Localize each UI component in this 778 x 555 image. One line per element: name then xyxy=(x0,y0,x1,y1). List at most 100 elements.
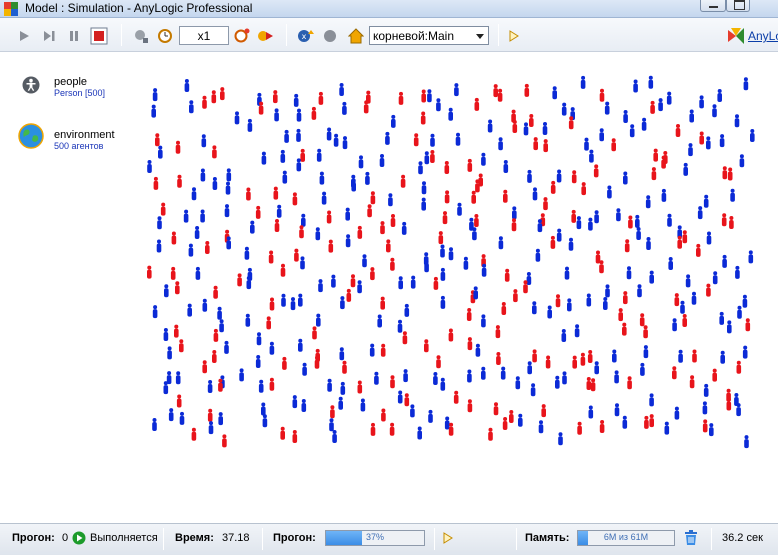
agent-navigate-icon xyxy=(324,30,336,42)
person-agent xyxy=(302,362,307,376)
person-agent xyxy=(152,305,158,319)
person-agent xyxy=(250,220,255,234)
simulation-canvas[interactable] xyxy=(140,53,778,523)
speed-up-button[interactable] xyxy=(232,26,252,46)
person-agent xyxy=(682,314,687,327)
person-agent xyxy=(386,239,391,253)
run-options-button[interactable] xyxy=(506,26,522,46)
run-options-button[interactable] xyxy=(442,531,454,548)
agent-entry-environment[interactable]: environment 500 агентов xyxy=(18,123,138,153)
person-agent xyxy=(692,349,697,363)
person-agent xyxy=(427,89,432,103)
person-agent xyxy=(292,430,298,443)
person-agent xyxy=(158,145,163,159)
globe-icon xyxy=(18,123,44,149)
elapsed-time: 36.2 сек xyxy=(722,532,763,544)
minimize-button[interactable] xyxy=(700,0,726,12)
navigate-up-button[interactable]: x xyxy=(296,26,316,46)
person-agent xyxy=(400,174,406,188)
person-agent xyxy=(247,118,253,132)
person-agent xyxy=(674,406,680,420)
person-agent xyxy=(495,325,501,339)
person-agent xyxy=(225,181,231,195)
person-agent xyxy=(202,95,207,109)
person-agent xyxy=(550,180,556,194)
person-agent xyxy=(691,291,697,305)
person-agent xyxy=(604,101,610,115)
person-agent xyxy=(218,378,223,392)
person-agent xyxy=(535,248,541,262)
person-agent xyxy=(614,370,619,384)
slow-down-button[interactable] xyxy=(131,26,151,46)
person-agent xyxy=(379,154,385,167)
person-agent xyxy=(552,86,557,100)
home-view-button[interactable] xyxy=(346,26,366,46)
garbage-collect-button[interactable] xyxy=(684,530,698,549)
person-agent xyxy=(734,114,740,128)
stop-button[interactable] xyxy=(89,26,109,46)
person-agent xyxy=(523,280,528,294)
person-agent xyxy=(603,297,608,310)
view-selector[interactable]: корневой:Main xyxy=(369,26,489,45)
person-agent xyxy=(155,133,160,147)
person-agent xyxy=(674,293,680,307)
person-agent xyxy=(702,401,708,415)
person-agent xyxy=(417,426,422,440)
person-agent xyxy=(273,90,278,104)
chevron-down-icon xyxy=(476,34,484,39)
person-agent xyxy=(537,219,543,233)
person-agent xyxy=(577,421,582,435)
person-agent xyxy=(661,188,667,202)
toolbar-separator xyxy=(121,24,122,46)
pause-button[interactable] xyxy=(64,26,84,46)
maximize-button[interactable] xyxy=(726,0,750,12)
step-button[interactable] xyxy=(39,26,59,46)
time-value: 37.18 xyxy=(222,532,250,544)
person-agent xyxy=(174,324,179,338)
person-agent xyxy=(273,186,279,200)
person-agent xyxy=(513,289,518,303)
person-agent xyxy=(501,302,507,315)
person-agent xyxy=(545,355,551,369)
person-agent xyxy=(532,301,537,315)
person-agent xyxy=(488,427,493,441)
person-agent xyxy=(280,263,286,277)
progress-label: Прогон: xyxy=(273,532,316,544)
run-to-time-button[interactable] xyxy=(256,26,276,46)
anylogic-link[interactable]: AnyLogic xyxy=(728,26,778,46)
person-agent xyxy=(179,339,184,353)
person-agent xyxy=(512,206,517,220)
person-agent xyxy=(745,318,751,332)
person-agent xyxy=(567,298,572,312)
person-agent xyxy=(748,250,754,264)
person-agent xyxy=(255,205,261,219)
person-agent xyxy=(237,273,242,287)
person-agent xyxy=(284,129,289,143)
person-agent xyxy=(440,267,446,281)
speed-field[interactable]: x1 xyxy=(179,26,229,45)
person-agent xyxy=(315,227,321,241)
person-agent xyxy=(318,279,323,293)
person-agent xyxy=(369,343,375,357)
navigate-button[interactable] xyxy=(320,26,340,46)
person-agent xyxy=(293,93,299,107)
real-time-button[interactable] xyxy=(155,26,175,46)
person-agent xyxy=(365,171,370,185)
person-agent xyxy=(316,313,321,327)
person-agent xyxy=(727,320,732,334)
person-agent xyxy=(717,89,722,102)
person-agent xyxy=(147,160,152,173)
person-agent xyxy=(374,371,379,385)
person-agent xyxy=(518,413,523,427)
person-agent xyxy=(664,421,670,435)
agent-entry-people[interactable]: people Person [500] xyxy=(18,76,138,106)
window-controls xyxy=(700,0,778,14)
run-button[interactable] xyxy=(14,26,34,46)
person-agent xyxy=(561,102,567,116)
person-agent xyxy=(722,254,727,268)
play-outline-icon xyxy=(509,30,519,42)
agent-detail: 500 агентов xyxy=(54,141,104,151)
person-agent xyxy=(719,311,724,325)
person-agent xyxy=(402,331,408,345)
person-agent xyxy=(649,414,654,428)
